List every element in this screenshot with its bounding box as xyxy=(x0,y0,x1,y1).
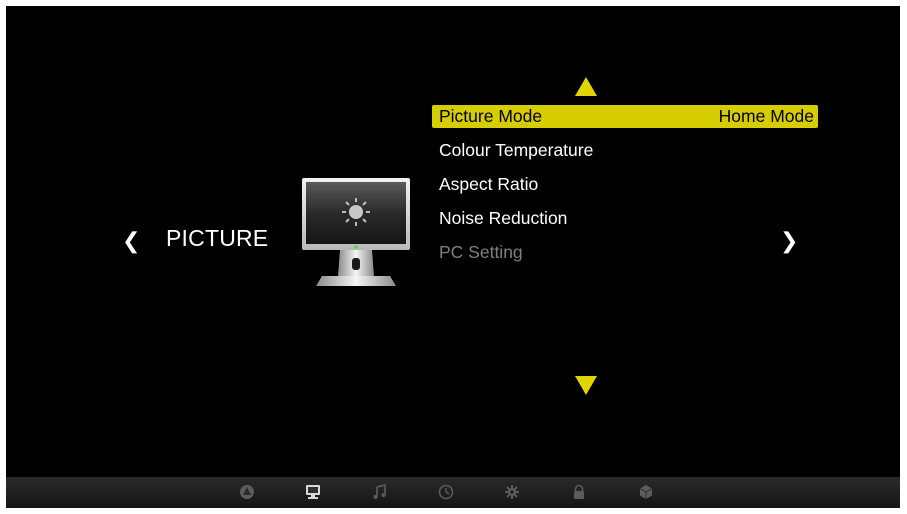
scroll-up-arrow-icon[interactable] xyxy=(575,77,597,96)
menu-item-picture-mode[interactable]: Picture Mode Home Mode xyxy=(432,105,818,139)
picture-icon[interactable] xyxy=(305,484,321,500)
scroll-down-arrow-icon[interactable] xyxy=(575,376,597,395)
menu-item-label: Colour Temperature xyxy=(439,140,594,160)
menu-item-label: PC Setting xyxy=(439,242,523,262)
menu-item-aspect-ratio[interactable]: Aspect Ratio xyxy=(432,173,818,207)
menu-item-colour-temperature[interactable]: Colour Temperature xyxy=(432,139,818,173)
setup-icon[interactable] xyxy=(504,484,520,500)
previous-section-arrow[interactable]: ❮ xyxy=(122,231,140,253)
menu-item-label: Aspect Ratio xyxy=(439,174,539,194)
sound-icon[interactable] xyxy=(372,484,388,500)
time-icon[interactable] xyxy=(438,484,454,500)
menu-item-value: Home Mode xyxy=(718,106,814,126)
menu-item-label: Noise Reduction xyxy=(439,208,568,228)
picture-menu-list: Picture Mode Home Mode Colour Temperatur… xyxy=(432,105,818,275)
picture-monitor-icon xyxy=(302,178,410,286)
lock-icon[interactable] xyxy=(571,484,587,500)
section-title: PICTURE xyxy=(166,225,269,251)
menu-item-pc-setting: PC Setting xyxy=(432,241,818,275)
menu-category-bar xyxy=(6,477,900,508)
next-section-arrow[interactable]: ❯ xyxy=(780,231,798,253)
app-icon[interactable] xyxy=(638,484,654,500)
channel-icon[interactable] xyxy=(239,484,255,500)
menu-item-label: Picture Mode xyxy=(439,106,543,126)
tv-menu-screen: ❮ PICTURE Picture Mode Home Mode Colour … xyxy=(6,6,900,508)
menu-item-noise-reduction[interactable]: Noise Reduction xyxy=(432,207,818,241)
